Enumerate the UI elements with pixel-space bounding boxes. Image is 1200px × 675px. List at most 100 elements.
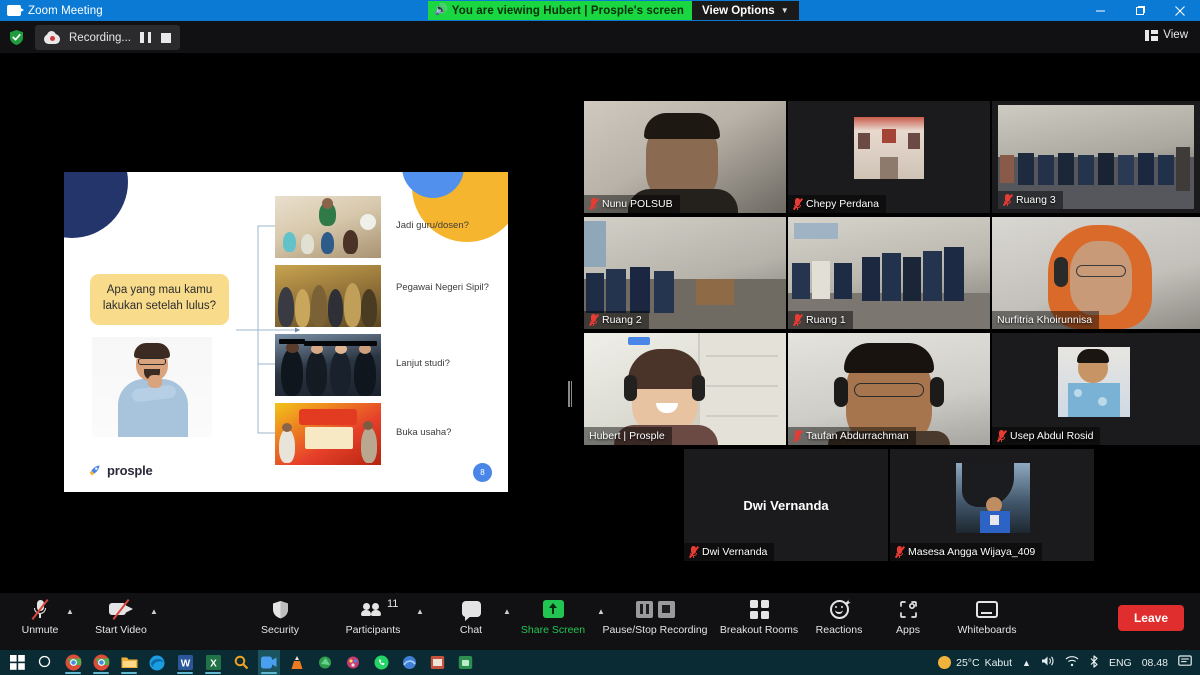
chat-chevron-icon[interactable]: ▲: [503, 607, 511, 616]
participant-tile-ruang-2[interactable]: Ruang 2: [584, 217, 786, 329]
pause-stop-recording-button[interactable]: Pause/Stop Recording: [592, 598, 718, 646]
share-screen-button[interactable]: Share Screen: [514, 598, 592, 646]
panel-drag-handle[interactable]: [568, 381, 572, 407]
participant-tile-usep-abdul-rosid[interactable]: Usep Abdul Rosid: [992, 333, 1200, 445]
participant-tile-taufan-abdurrachman[interactable]: Taufan Abdurrachman: [788, 333, 990, 445]
green-shield-icon[interactable]: [8, 29, 25, 46]
slide-option-label-1: Jadi guru/dosen?: [396, 220, 469, 231]
shield-icon: [272, 600, 289, 619]
participant-tile-chepy-perdana[interactable]: Chepy Perdana: [788, 101, 990, 213]
prosple-logo-text: prosple: [107, 463, 153, 478]
apps-button[interactable]: Apps: [884, 598, 932, 646]
maximize-button[interactable]: [1120, 0, 1160, 21]
bluetooth-icon[interactable]: [1089, 654, 1099, 671]
participant-tile-masesa-angga-wijaya[interactable]: Masesa Angga Wijaya_409: [890, 449, 1094, 561]
security-label: Security: [261, 624, 299, 636]
participants-count: 11: [387, 598, 399, 610]
show-hidden-icons-chevron[interactable]: ▲: [1022, 658, 1031, 668]
chrome-icon[interactable]: [62, 650, 84, 675]
windows-taskbar: W X 25°C Kabut ▲ ENG 08.48: [0, 650, 1200, 675]
participant-name: Taufan Abdurrachman: [806, 430, 909, 442]
notification-icon[interactable]: [1178, 654, 1192, 671]
slide-question: Apa yang mau kamu lakukan setelah lulus?: [90, 274, 229, 325]
blue-app-icon[interactable]: [398, 650, 420, 675]
chat-label: Chat: [459, 624, 483, 636]
word-icon[interactable]: W: [174, 650, 196, 675]
whatsapp-icon[interactable]: [370, 650, 392, 675]
start-icon[interactable]: [6, 650, 28, 675]
participant-name-bar: Ruang 3: [998, 191, 1063, 209]
civil-servants-photo: [275, 265, 381, 327]
participant-tile-nunu-polsub[interactable]: Nunu POLSUB: [584, 101, 786, 213]
security-button[interactable]: Security: [252, 598, 308, 646]
edge-icon[interactable]: [146, 650, 168, 675]
video-options-chevron-icon[interactable]: ▲: [150, 607, 158, 616]
participants-button[interactable]: 11 Participants: [340, 598, 406, 646]
participant-name-bar: Usep Abdul Rosid: [992, 427, 1101, 445]
taskbar-icons: W X: [6, 650, 476, 675]
shared-content-area: Apa yang mau kamu lakukan setelah lulus?: [6, 172, 544, 492]
apps-label: Apps: [896, 624, 920, 636]
participants-label: Participants: [345, 624, 401, 636]
weather-description: Kabut: [984, 656, 1013, 669]
pause-stop-recording-icon: [635, 600, 675, 618]
participant-tile-ruang-1[interactable]: Ruang 1: [788, 217, 990, 329]
view-options-button[interactable]: View Options ▼: [692, 1, 799, 20]
paint-icon[interactable]: [342, 650, 364, 675]
archive-icon[interactable]: [426, 650, 448, 675]
minimize-button[interactable]: [1080, 0, 1120, 21]
start-video-button[interactable]: Start Video: [88, 598, 154, 646]
slide-option-label-4: Buka usaha?: [396, 427, 452, 438]
reactions-button[interactable]: ✦ Reactions: [810, 598, 868, 646]
view-layout-button[interactable]: View: [1145, 29, 1188, 41]
weather-widget[interactable]: 25°C Kabut: [938, 656, 1012, 669]
zoom-icon[interactable]: [258, 650, 280, 675]
vlc-icon[interactable]: [286, 650, 308, 675]
participants-chevron-icon[interactable]: ▲: [416, 607, 424, 616]
participant-tile-ruang-3[interactable]: Ruang 3: [992, 101, 1200, 213]
green-app-icon[interactable]: [454, 650, 476, 675]
pause-recording-button[interactable]: [140, 32, 152, 43]
viewing-screen-text: You are viewing Hubert | Prosple's scree…: [451, 4, 685, 17]
svg-text:X: X: [210, 659, 217, 670]
participant-name: Usep Abdul Rosid: [1010, 430, 1094, 442]
close-button[interactable]: [1160, 0, 1200, 21]
camera-off-icon: [108, 599, 134, 620]
participant-name: Dwi Vernanda: [702, 546, 768, 558]
participant-name-bar: Nurfitria Khoirunnisa: [992, 311, 1100, 329]
breakout-rooms-label: Breakout Rooms: [719, 624, 799, 636]
language-indicator[interactable]: ENG: [1109, 657, 1132, 669]
search-icon[interactable]: [34, 650, 56, 675]
system-tray: 25°C Kabut ▲ ENG 08.48: [938, 650, 1192, 675]
file-explorer-icon[interactable]: [118, 650, 140, 675]
muted-microphone-icon: [792, 198, 803, 210]
recording-label: Pause/Stop Recording: [602, 624, 708, 636]
greenshot-icon[interactable]: [314, 650, 336, 675]
whiteboards-button[interactable]: Whiteboards: [948, 598, 1026, 646]
window-controls: [1080, 0, 1200, 21]
slide-option-label-2: Pegawai Negeri Sipil?: [396, 282, 489, 293]
participant-tile-hubert-prosple[interactable]: Hubert | Prosple: [584, 333, 786, 445]
muted-microphone-icon: [1002, 194, 1013, 206]
unmute-label: Unmute: [21, 624, 59, 636]
unmute-button[interactable]: Unmute: [18, 598, 62, 646]
clock[interactable]: 08.48: [1142, 657, 1168, 669]
participant-gallery: Nunu POLSUB Chepy Perdana Ruang 3 Ruang …: [584, 53, 1200, 593]
volume-icon[interactable]: [1041, 655, 1055, 670]
everything-search-icon[interactable]: [230, 650, 252, 675]
microphone-muted-icon: [31, 598, 49, 620]
participant-name-bar: Chepy Perdana: [788, 195, 886, 213]
participant-name-bar: Hubert | Prosple: [584, 427, 672, 445]
participant-tile-dwi-vernanda[interactable]: Dwi Vernanda Dwi Vernanda: [684, 449, 888, 561]
chat-button[interactable]: Chat: [450, 598, 492, 646]
audio-options-chevron-icon[interactable]: ▲: [66, 607, 74, 616]
participant-name: Ruang 2: [602, 314, 642, 326]
leave-button[interactable]: Leave: [1117, 605, 1184, 631]
excel-icon[interactable]: X: [202, 650, 224, 675]
breakout-rooms-button[interactable]: Breakout Rooms: [714, 598, 804, 646]
participant-tile-nurfitria-khoirunnisa[interactable]: Nurfitria Khoirunnisa: [992, 217, 1200, 329]
chrome-icon[interactable]: [90, 650, 112, 675]
meeting-top-bar: Recording... View: [0, 21, 1200, 53]
wifi-icon[interactable]: [1065, 655, 1079, 670]
stop-recording-button[interactable]: [160, 32, 171, 43]
